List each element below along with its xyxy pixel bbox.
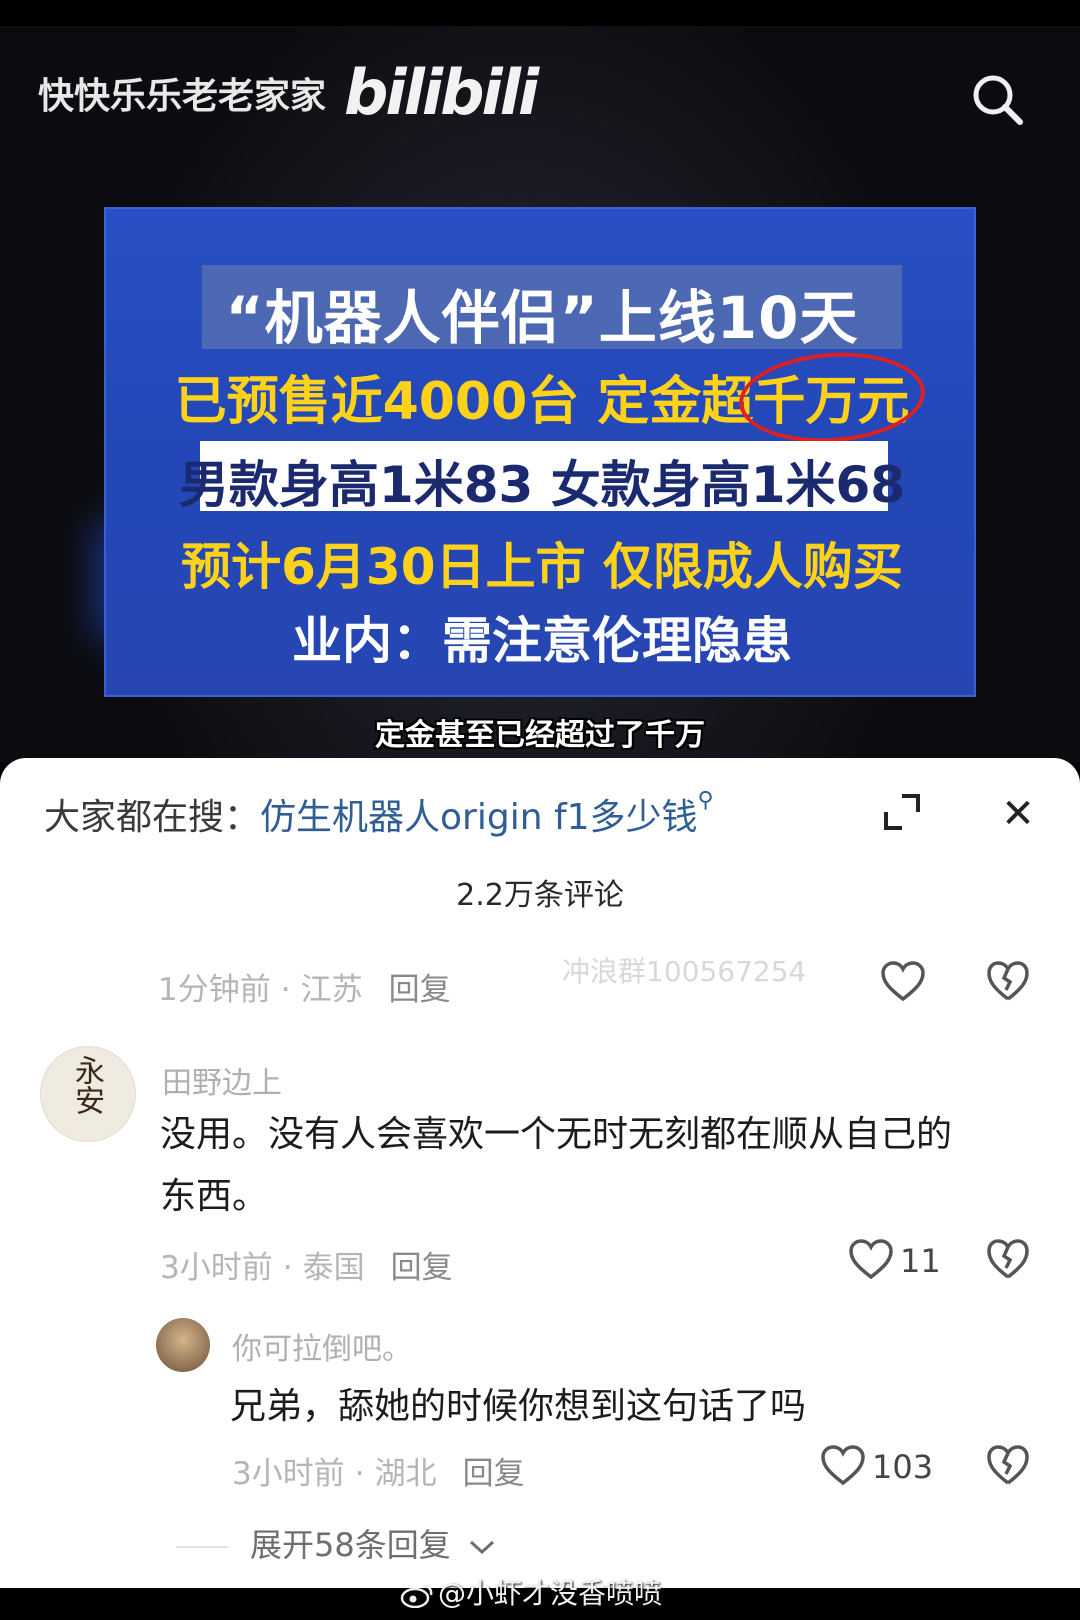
like-count: 103 xyxy=(872,1448,934,1486)
comment-location: 泰国 xyxy=(302,1250,365,1286)
bilibili-logo: bilibili xyxy=(344,56,539,129)
dislike-icon[interactable] xyxy=(986,1444,1030,1486)
search-small-icon: ⚲ xyxy=(697,788,714,813)
search-suggestion[interactable]: 大家都在搜：仿生机器人origin f1多少钱⚲ xyxy=(44,788,714,840)
channel-watermark: 快快乐乐老老家家 bilibili xyxy=(38,56,539,129)
reply-meta: 3小时前 · 湖北 回复 xyxy=(232,1448,525,1493)
video-subtitle: 定金甚至已经超过了千万 xyxy=(375,718,705,753)
expand-icon[interactable] xyxy=(880,790,924,834)
weibo-handle: @小虾才没香喷喷 xyxy=(438,1577,663,1610)
reply-username[interactable]: 你可拉倒吧。 xyxy=(232,1324,412,1368)
close-button[interactable]: ✕ xyxy=(990,786,1046,842)
comment-time: 1分钟前 xyxy=(158,972,271,1008)
headline-line-5: 业内：需注意伦理隐患 xyxy=(292,612,792,670)
weibo-watermark: @小虾才没香喷喷 xyxy=(400,1572,662,1612)
dislike-icon[interactable] xyxy=(986,960,1030,1002)
reply-button[interactable]: 回复 xyxy=(391,1250,453,1286)
reply-button[interactable]: 回复 xyxy=(389,972,451,1008)
meta-dot: · xyxy=(354,1456,365,1492)
like-heart-icon[interactable] xyxy=(880,960,926,1002)
headline-line-2-prefix: 已预售近4000台 定金超 xyxy=(174,372,754,432)
expand-replies-button[interactable]: 展开58条回复 xyxy=(176,1520,497,1566)
reply-text: 兄弟，舔她的时候你想到这句话了吗 xyxy=(230,1386,807,1427)
avatar[interactable]: 永安 xyxy=(40,1046,136,1142)
comment-location: 湖北 xyxy=(374,1456,437,1492)
comment-sheet: 大家都在搜：仿生机器人origin f1多少钱⚲ ✕ 2.2万条评论 1分钟前 ·… xyxy=(0,758,1080,1588)
like-heart-icon[interactable] xyxy=(820,1444,866,1486)
avatar[interactable] xyxy=(156,1318,210,1372)
comment-meta: 3小时前 · 泰国 回复 xyxy=(160,1242,453,1287)
headline-line-4: 预计6月30日上市 仅限成人购买 xyxy=(181,538,903,596)
headline-line-2: 已预售近4000台 定金超千万元 xyxy=(106,359,978,434)
search-suggestion-query[interactable]: 仿生机器人origin f1多少钱 xyxy=(260,797,698,838)
comment-text-line-1: 没用。没有人会喜欢一个无时无刻都在顺从自己的 xyxy=(160,1114,953,1155)
reply-button[interactable]: 回复 xyxy=(463,1456,525,1492)
headline-line-1: “机器人伴侣”上线10天 xyxy=(225,284,859,352)
channel-name: 快快乐乐老老家家 xyxy=(38,76,327,117)
like-count: 11 xyxy=(900,1242,941,1280)
headline-line-3: 男款身高1米83 女款身高1米68 xyxy=(178,456,906,514)
dislike-icon[interactable] xyxy=(986,1238,1030,1280)
video-player[interactable]: 快快乐乐老老家家 bilibili “机器人伴侣”上线10天 已预售近4000台… xyxy=(0,0,1080,762)
comment-username[interactable]: 田野边上 xyxy=(162,1058,282,1102)
comment-time: 3小时前 xyxy=(232,1456,345,1492)
comment-location: 江苏 xyxy=(300,972,363,1008)
news-headline-card: “机器人伴侣”上线10天 已预售近4000台 定金超千万元 男款身高1米83 女… xyxy=(104,207,976,697)
status-bar-strip xyxy=(0,0,1080,26)
like-heart-icon[interactable] xyxy=(848,1238,894,1280)
group-watermark: 冲浪群100567254 xyxy=(562,955,807,988)
avatar-calligraphy: 永安 xyxy=(69,1055,104,1115)
meta-dot: · xyxy=(280,972,291,1008)
comment-text-line-2: 东西。 xyxy=(160,1176,269,1217)
search-icon[interactable] xyxy=(968,70,1028,130)
circled-amount: 千万元 xyxy=(753,359,909,434)
expand-replies-label: 展开58条回复 xyxy=(250,1526,451,1564)
meta-dot: · xyxy=(282,1250,293,1286)
comment-count: 2.2万条评论 xyxy=(456,878,624,913)
chevron-down-icon xyxy=(469,1540,494,1555)
search-suggestion-label: 大家都在搜： xyxy=(44,797,261,838)
weibo-logo-icon xyxy=(400,1584,433,1609)
comment-meta: 1分钟前 · 江苏 回复 xyxy=(158,964,451,1009)
divider xyxy=(176,1546,228,1548)
comment-time: 3小时前 xyxy=(160,1250,273,1286)
